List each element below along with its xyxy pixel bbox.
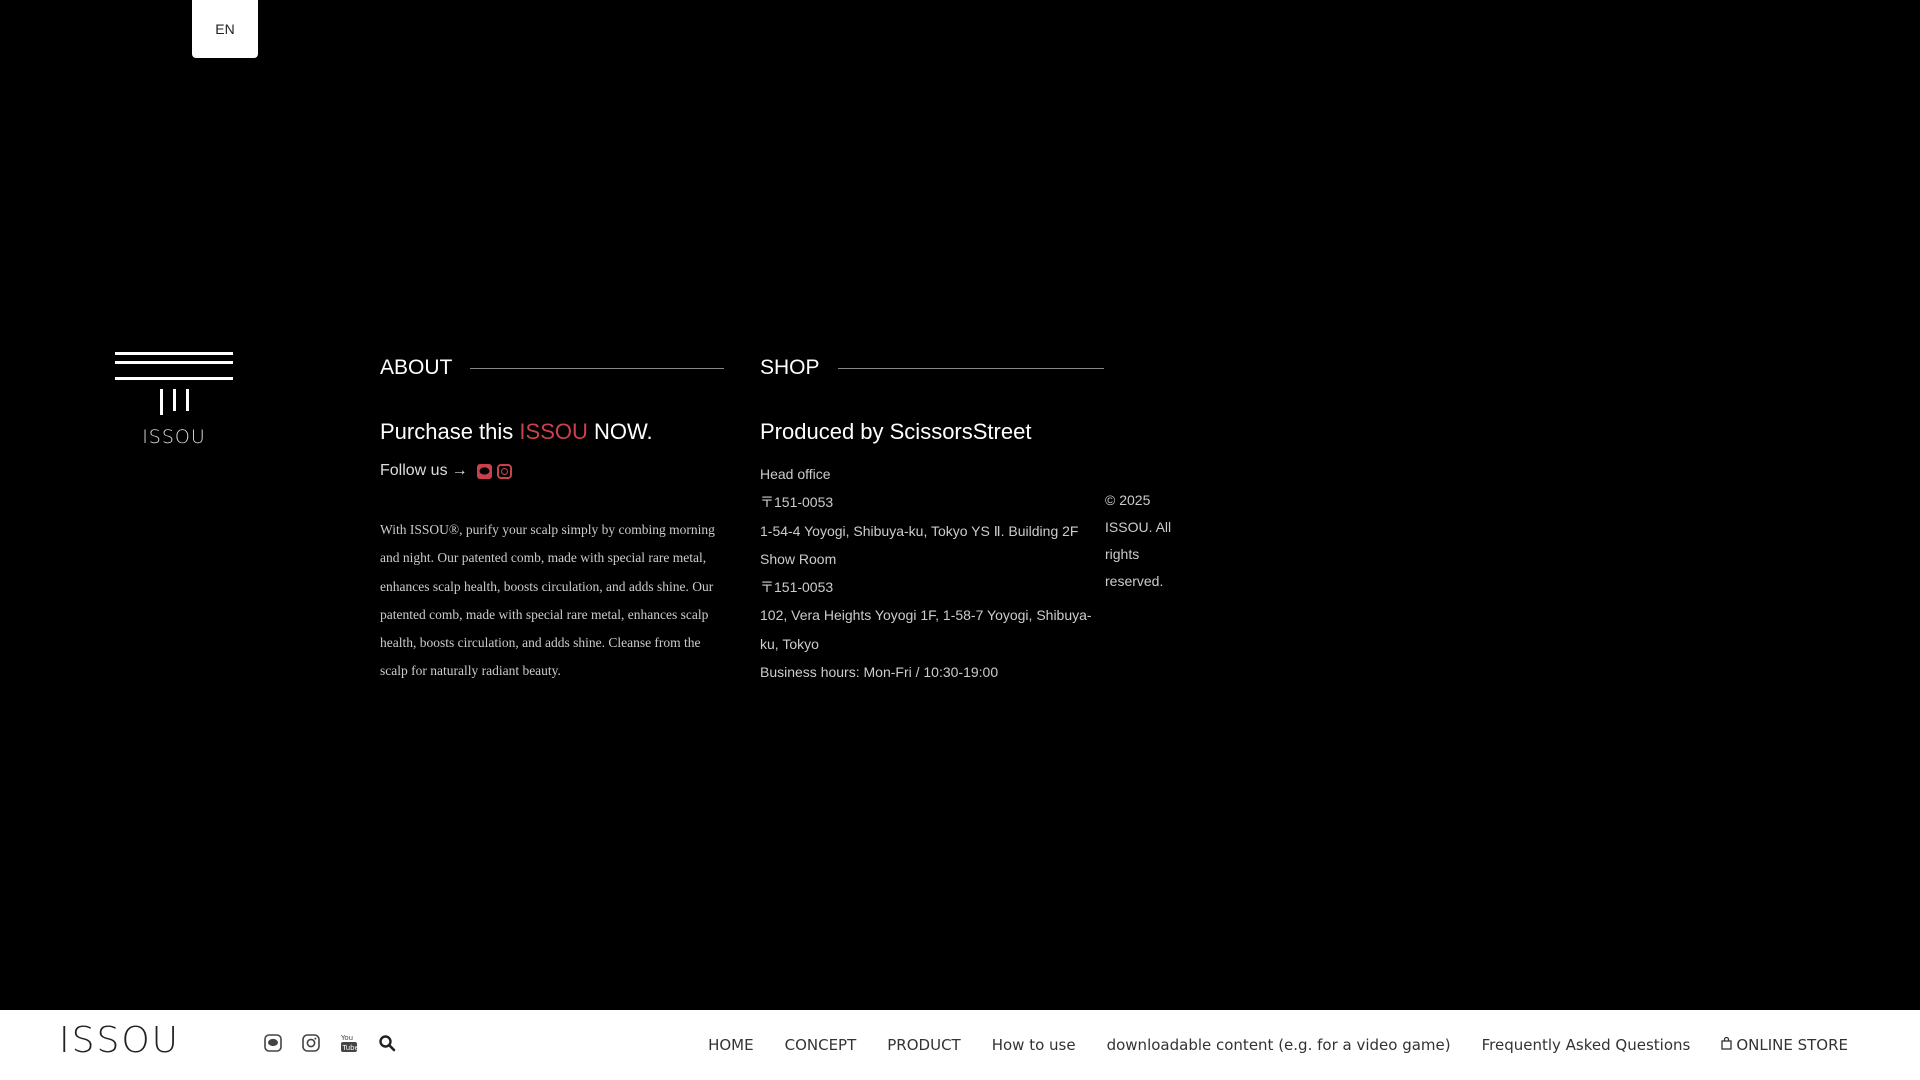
nav-how-to-use[interactable]: How to use — [992, 1036, 1076, 1054]
follow-us-row: Follow us → — [380, 462, 512, 480]
about-heading-divider — [470, 367, 724, 369]
purchase-suffix: NOW. — [587, 419, 653, 444]
showroom-address: 102, Vera Heights Yoyogi 1F, 1-58-7 Yoyo… — [760, 607, 1092, 652]
instagram-icon[interactable] — [496, 463, 512, 479]
nav-product[interactable]: PRODUCT — [887, 1036, 960, 1054]
search-icon[interactable] — [376, 1032, 398, 1054]
showroom-postcode: 〒151-0053 — [760, 579, 834, 596]
nav-dlc[interactable]: downloadable content (e.g. for a video g… — [1107, 1036, 1451, 1054]
navbar-social-icons: You Tube — [262, 1032, 414, 1054]
svg-text:Tube: Tube — [342, 1044, 359, 1052]
youtube-icon[interactable]: You Tube — [338, 1032, 360, 1054]
footer-logo[interactable]: ISSOU — [115, 350, 233, 448]
purchase-prefix: Purchase this — [380, 419, 520, 444]
nav-home[interactable]: HOME — [708, 1036, 754, 1054]
copyright-text: © 2025 ISSOU. All rights reserved. — [1105, 492, 1172, 589]
business-hours: Business hours: Mon-Fri / 10:30-19:00 — [760, 664, 999, 681]
producer-line: Produced by ScissorsStreet — [760, 419, 1032, 444]
site-navbar: ISSOU You Tube HOME CONCEPT PRODUCT How t… — [0, 1010, 1920, 1080]
navbar-links: HOME CONCEPT PRODUCT How to use download… — [677, 1010, 1848, 1080]
shop-section: SHOP — [760, 355, 1104, 381]
head-office-postcode: 〒151-0053 — [760, 494, 834, 511]
follow-label: Follow us — [380, 462, 448, 479]
line-icon[interactable] — [476, 463, 492, 479]
arrow-right-icon: → — [451, 462, 468, 479]
instagram-icon[interactable] — [300, 1032, 322, 1054]
purchase-tagline: Purchase this ISSOU NOW. — [380, 419, 653, 445]
nav-concept[interactable]: CONCEPT — [785, 1036, 857, 1054]
language-label: EN — [215, 21, 235, 37]
language-switch-button[interactable]: EN — [192, 0, 258, 58]
nav-faq[interactable]: Frequently Asked Questions — [1482, 1036, 1691, 1054]
shopping-bag-icon — [1721, 1036, 1732, 1054]
shop-address-list: Head office 〒151-0053 1-54-4 Yoyogi, Shi… — [760, 460, 1110, 686]
line-icon[interactable] — [262, 1032, 284, 1054]
about-description: With ISSOU®, purify your scalp simply by… — [380, 522, 715, 679]
about-section: ABOUT — [380, 355, 724, 381]
about-heading: ABOUT — [380, 356, 453, 379]
showroom-label: Show Room — [760, 550, 837, 567]
nav-online-store[interactable]: ONLINE STORE — [1721, 1036, 1848, 1054]
online-store-label: ONLINE STORE — [1736, 1036, 1848, 1054]
footer-logo-text: ISSOU — [142, 426, 206, 448]
navbar-logo[interactable]: ISSOU — [59, 1020, 180, 1061]
head-office-address: 1-54-4 Yoyogi, Shibuya-ku, Tokyo YS Ⅱ. B… — [760, 522, 1079, 539]
logo-mark-icon — [115, 350, 233, 416]
head-office-label: Head office — [760, 466, 831, 482]
shop-heading-divider — [837, 367, 1104, 369]
purchase-brand-link[interactable]: ISSOU — [519, 419, 587, 444]
svg-text:You: You — [340, 1034, 353, 1042]
shop-heading: SHOP — [760, 356, 820, 379]
